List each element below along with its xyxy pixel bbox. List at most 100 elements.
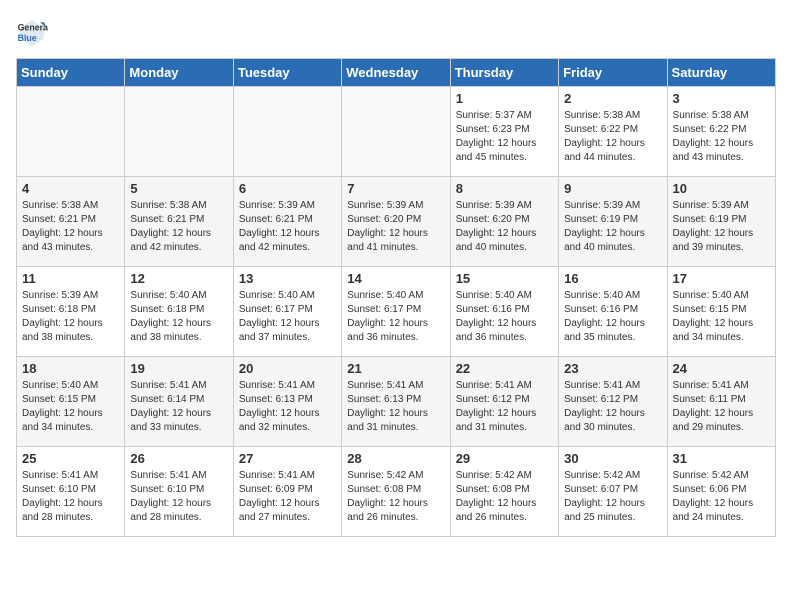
day-number: 19 <box>130 361 227 376</box>
day-number: 9 <box>564 181 661 196</box>
calendar-cell: 14Sunrise: 5:40 AM Sunset: 6:17 PM Dayli… <box>342 267 450 357</box>
calendar-cell: 4 Sunrise: 5:38 AM Sunset: 6:21 PM Daylig… <box>17 177 125 267</box>
calendar-cell <box>17 87 125 177</box>
day-info: Sunrise: 5:41 AM Sunset: 6:12 PM Dayligh… <box>456 379 553 435</box>
day-info: Sunrise: 5:40 AM Sunset: 6:16 PM Dayligh… <box>564 289 661 345</box>
logo-icon: General Blue <box>16 16 48 48</box>
day-info: Sunrise: 5:38 AM Sunset: 6:22 PM Dayligh… <box>564 109 661 165</box>
calendar-week-row: 25 Sunrise: 5:41 AM Sunset: 6:10 PM Dayli… <box>17 447 776 537</box>
day-info: Sunrise: 5:42 AM Sunset: 6:08 PM Dayligh… <box>456 469 553 525</box>
calendar-cell <box>342 87 450 177</box>
weekday-header-saturday: Saturday <box>667 59 775 87</box>
day-number: 18 <box>22 361 119 376</box>
calendar-cell: 25 Sunrise: 5:41 AM Sunset: 6:10 PM Dayli… <box>17 447 125 537</box>
day-info: Sunrise: 5:39 AM Sunset: 6:21 PM Dayligh… <box>239 199 336 255</box>
day-info: Sunrise: 5:41 AM Sunset: 6:11 PM Dayligh… <box>673 379 770 435</box>
calendar-cell: 9 Sunrise: 5:39 AM Sunset: 6:19 PM Daylig… <box>559 177 667 267</box>
day-info: Sunrise: 5:41 AM Sunset: 6:10 PM Dayligh… <box>130 469 227 525</box>
day-number: 15 <box>456 271 553 286</box>
weekday-header-wednesday: Wednesday <box>342 59 450 87</box>
day-number: 31 <box>673 451 770 466</box>
calendar-cell: 6 Sunrise: 5:39 AM Sunset: 6:21 PM Daylig… <box>233 177 341 267</box>
calendar-cell: 15 Sunrise: 5:40 AM Sunset: 6:16 PM Dayli… <box>450 267 558 357</box>
day-info: Sunrise: 5:38 AM Sunset: 6:21 PM Dayligh… <box>130 199 227 255</box>
day-number: 8 <box>456 181 553 196</box>
day-info: Sunrise: 5:42 AM Sunset: 6:07 PM Dayligh… <box>564 469 661 525</box>
calendar-cell: 18 Sunrise: 5:40 AM Sunset: 6:15 PM Dayli… <box>17 357 125 447</box>
day-info: Sunrise: 5:41 AM Sunset: 6:13 PM Dayligh… <box>239 379 336 435</box>
day-number: 4 <box>22 181 119 196</box>
day-info: Sunrise: 5:39 AM Sunset: 6:18 PM Dayligh… <box>22 289 119 345</box>
day-number: 20 <box>239 361 336 376</box>
day-info: Sunrise: 5:41 AM Sunset: 6:14 PM Dayligh… <box>130 379 227 435</box>
calendar-cell: 20 Sunrise: 5:41 AM Sunset: 6:13 PM Dayli… <box>233 357 341 447</box>
day-info: Sunrise: 5:41 AM Sunset: 6:10 PM Dayligh… <box>22 469 119 525</box>
day-info: Sunrise: 5:40 AM Sunset: 6:17 PM Dayligh… <box>239 289 336 345</box>
day-info: Sunrise: 5:41 AM Sunset: 6:13 PM Dayligh… <box>347 379 444 435</box>
calendar-cell: 21 Sunrise: 5:41 AM Sunset: 6:13 PM Dayli… <box>342 357 450 447</box>
calendar-week-row: 11 Sunrise: 5:39 AM Sunset: 6:18 PM Dayli… <box>17 267 776 357</box>
calendar-cell <box>125 87 233 177</box>
weekday-header-tuesday: Tuesday <box>233 59 341 87</box>
calendar-cell: 2 Sunrise: 5:38 AM Sunset: 6:22 PM Daylig… <box>559 87 667 177</box>
calendar-cell: 10 Sunrise: 5:39 AM Sunset: 6:19 PM Dayli… <box>667 177 775 267</box>
calendar-cell: 26 Sunrise: 5:41 AM Sunset: 6:10 PM Dayli… <box>125 447 233 537</box>
day-info: Sunrise: 5:40 AM Sunset: 6:15 PM Dayligh… <box>673 289 770 345</box>
day-info: Sunrise: 5:39 AM Sunset: 6:20 PM Dayligh… <box>347 199 444 255</box>
svg-text:Blue: Blue <box>18 33 37 43</box>
weekday-header-sunday: Sunday <box>17 59 125 87</box>
day-info: Sunrise: 5:39 AM Sunset: 6:19 PM Dayligh… <box>673 199 770 255</box>
day-number: 12 <box>130 271 227 286</box>
weekday-header-monday: Monday <box>125 59 233 87</box>
day-number: 24 <box>673 361 770 376</box>
calendar-cell: 17 Sunrise: 5:40 AM Sunset: 6:15 PM Dayli… <box>667 267 775 357</box>
calendar-week-row: 4 Sunrise: 5:38 AM Sunset: 6:21 PM Daylig… <box>17 177 776 267</box>
calendar-cell: 7 Sunrise: 5:39 AM Sunset: 6:20 PM Daylig… <box>342 177 450 267</box>
day-number: 16 <box>564 271 661 286</box>
weekday-header-friday: Friday <box>559 59 667 87</box>
day-info: Sunrise: 5:40 AM Sunset: 6:18 PM Dayligh… <box>130 289 227 345</box>
day-number: 25 <box>22 451 119 466</box>
calendar-cell: 16 Sunrise: 5:40 AM Sunset: 6:16 PM Dayli… <box>559 267 667 357</box>
day-number: 7 <box>347 181 444 196</box>
calendar-body: 1 Sunrise: 5:37 AM Sunset: 6:23 PM Daylig… <box>17 87 776 537</box>
calendar-cell: 3 Sunrise: 5:38 AM Sunset: 6:22 PM Daylig… <box>667 87 775 177</box>
day-number: 1 <box>456 91 553 106</box>
calendar-cell <box>233 87 341 177</box>
day-info: Sunrise: 5:39 AM Sunset: 6:19 PM Dayligh… <box>564 199 661 255</box>
calendar-cell: 27Sunrise: 5:41 AM Sunset: 6:09 PM Dayli… <box>233 447 341 537</box>
day-info: Sunrise: 5:40 AM Sunset: 6:15 PM Dayligh… <box>22 379 119 435</box>
calendar-cell: 13Sunrise: 5:40 AM Sunset: 6:17 PM Dayli… <box>233 267 341 357</box>
day-number: 10 <box>673 181 770 196</box>
day-number: 23 <box>564 361 661 376</box>
day-info: Sunrise: 5:41 AM Sunset: 6:09 PM Dayligh… <box>239 469 336 525</box>
day-number: 28 <box>347 451 444 466</box>
calendar-cell: 5Sunrise: 5:38 AM Sunset: 6:21 PM Daylig… <box>125 177 233 267</box>
day-number: 30 <box>564 451 661 466</box>
day-info: Sunrise: 5:40 AM Sunset: 6:17 PM Dayligh… <box>347 289 444 345</box>
day-number: 6 <box>239 181 336 196</box>
day-number: 21 <box>347 361 444 376</box>
day-info: Sunrise: 5:42 AM Sunset: 6:06 PM Dayligh… <box>673 469 770 525</box>
calendar-cell: 31 Sunrise: 5:42 AM Sunset: 6:06 PM Dayli… <box>667 447 775 537</box>
day-info: Sunrise: 5:42 AM Sunset: 6:08 PM Dayligh… <box>347 469 444 525</box>
logo: General Blue <box>16 16 52 48</box>
day-info: Sunrise: 5:38 AM Sunset: 6:22 PM Dayligh… <box>673 109 770 165</box>
day-number: 26 <box>130 451 227 466</box>
day-info: Sunrise: 5:37 AM Sunset: 6:23 PM Dayligh… <box>456 109 553 165</box>
header: General Blue <box>16 16 776 48</box>
calendar-cell: 23Sunrise: 5:41 AM Sunset: 6:12 PM Dayli… <box>559 357 667 447</box>
day-info: Sunrise: 5:40 AM Sunset: 6:16 PM Dayligh… <box>456 289 553 345</box>
day-number: 17 <box>673 271 770 286</box>
day-info: Sunrise: 5:38 AM Sunset: 6:21 PM Dayligh… <box>22 199 119 255</box>
day-number: 2 <box>564 91 661 106</box>
calendar-week-row: 18 Sunrise: 5:40 AM Sunset: 6:15 PM Dayli… <box>17 357 776 447</box>
weekday-header-row: SundayMondayTuesdayWednesdayThursdayFrid… <box>17 59 776 87</box>
weekday-header-thursday: Thursday <box>450 59 558 87</box>
day-info: Sunrise: 5:39 AM Sunset: 6:20 PM Dayligh… <box>456 199 553 255</box>
calendar-cell: 24 Sunrise: 5:41 AM Sunset: 6:11 PM Dayli… <box>667 357 775 447</box>
day-number: 3 <box>673 91 770 106</box>
calendar-cell: 19 Sunrise: 5:41 AM Sunset: 6:14 PM Dayli… <box>125 357 233 447</box>
calendar-cell: 8 Sunrise: 5:39 AM Sunset: 6:20 PM Daylig… <box>450 177 558 267</box>
day-number: 11 <box>22 271 119 286</box>
